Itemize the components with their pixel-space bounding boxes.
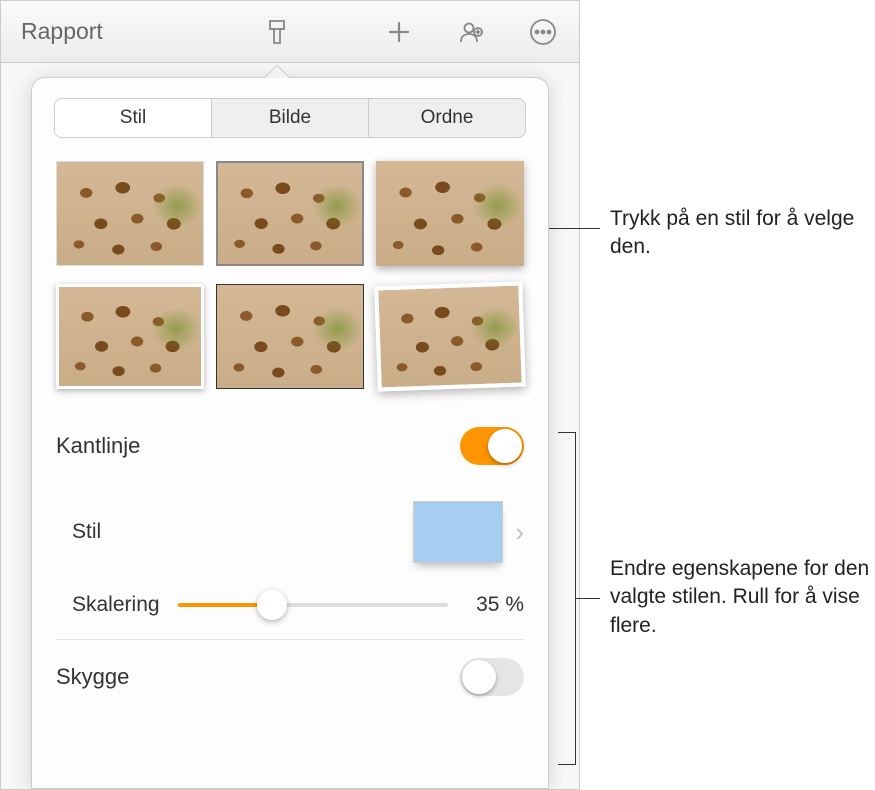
style-preview-swatch bbox=[413, 501, 503, 563]
scaling-row: Skalering 35 % bbox=[72, 581, 524, 639]
callout-style-thumb: Trykk på en stil for å velge den. bbox=[610, 205, 875, 262]
shadow-row: Skygge bbox=[56, 639, 524, 714]
border-toggle[interactable] bbox=[460, 427, 524, 465]
add-icon[interactable] bbox=[383, 16, 415, 48]
border-label: Kantlinje bbox=[56, 433, 140, 459]
document-title[interactable]: Rapport bbox=[21, 18, 103, 45]
style-option-6[interactable] bbox=[374, 281, 526, 391]
collaborate-icon[interactable] bbox=[455, 16, 487, 48]
tab-image[interactable]: Bilde bbox=[212, 99, 369, 137]
scaling-label: Skalering bbox=[72, 593, 160, 617]
more-icon[interactable] bbox=[527, 16, 559, 48]
style-option-4[interactable] bbox=[56, 284, 204, 389]
style-option-5[interactable] bbox=[216, 284, 364, 389]
tab-style[interactable]: Stil bbox=[55, 99, 212, 137]
tab-arrange[interactable]: Ordne bbox=[369, 99, 525, 137]
callout-properties: Endre egenskapene for den valgte stilen.… bbox=[610, 555, 875, 640]
format-popover: Stil Bilde Ordne bbox=[31, 77, 549, 789]
callout-bracket-line bbox=[576, 598, 600, 599]
scaling-value: 35 % bbox=[466, 593, 524, 617]
popover-arrow bbox=[261, 63, 291, 78]
shadow-toggle[interactable] bbox=[460, 658, 524, 696]
style-option-1[interactable] bbox=[56, 161, 204, 266]
shadow-label: Skygge bbox=[56, 664, 129, 690]
style-option-2[interactable] bbox=[216, 161, 364, 266]
toolbar: Rapport bbox=[1, 1, 579, 63]
border-row: Kantlinje bbox=[56, 409, 524, 483]
scaling-slider[interactable] bbox=[178, 603, 448, 607]
format-brush-icon[interactable] bbox=[261, 16, 293, 48]
style-row[interactable]: Stil › bbox=[56, 483, 524, 581]
chevron-right-icon: › bbox=[515, 517, 524, 548]
app-window: Rapport bbox=[0, 0, 580, 790]
style-grid bbox=[32, 153, 548, 409]
callout-bracket bbox=[558, 432, 576, 765]
style-option-3[interactable] bbox=[376, 161, 524, 266]
tab-bar: Stil Bilde Ordne bbox=[54, 98, 526, 138]
style-label: Stil bbox=[72, 520, 101, 544]
